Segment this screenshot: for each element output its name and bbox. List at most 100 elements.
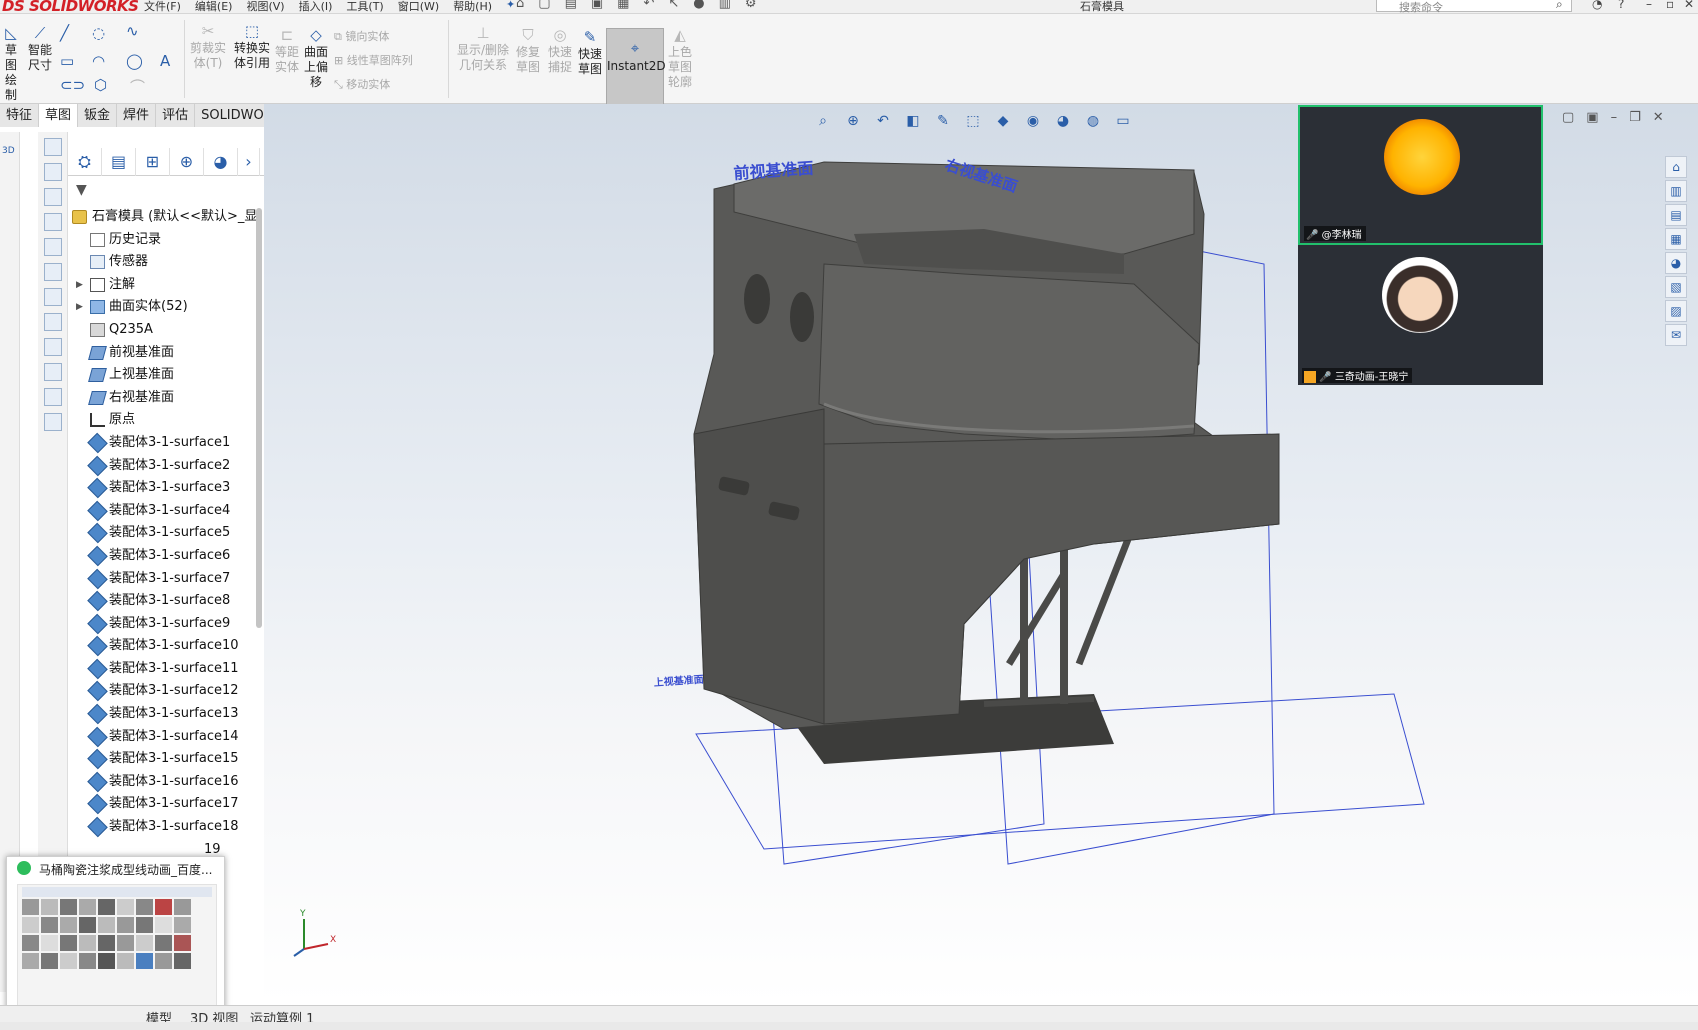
tree-item[interactable]: 上视基准面 bbox=[68, 364, 258, 387]
search-icon[interactable]: ⌕ bbox=[1556, 0, 1563, 12]
tree-item[interactable]: 装配体3-1-surface15 bbox=[68, 748, 258, 771]
expand-tabs-chevron-icon[interactable]: › bbox=[238, 148, 260, 176]
rebuild-icon[interactable]: ● bbox=[693, 0, 704, 11]
rectangle-icon[interactable]: ▭ bbox=[60, 52, 74, 70]
tree-item[interactable]: 装配体3-1-surface13 bbox=[68, 703, 258, 726]
tree-item[interactable]: 装配体3-1-surface3 bbox=[68, 477, 258, 500]
view-orientation-icon[interactable]: ⬚ bbox=[962, 110, 984, 132]
expand-arrow-icon[interactable]: ▶ bbox=[76, 274, 83, 297]
featuremanager-tab-icon[interactable]: ⛭ bbox=[68, 148, 102, 176]
tree-item[interactable]: ▶ 曲面实体(52) bbox=[68, 296, 258, 319]
edit-appearance-icon[interactable]: ◕ bbox=[1052, 110, 1074, 132]
minimize-icon[interactable]: – bbox=[1646, 0, 1652, 11]
bom-icon[interactable] bbox=[43, 163, 62, 181]
tree-root-part[interactable]: 石膏模具 (默认<<默认>_显 bbox=[68, 206, 258, 229]
linear-pattern-button[interactable]: ⊞ 线性草图阵列 bbox=[334, 52, 413, 68]
tree-item[interactable]: 前视基准面 bbox=[68, 342, 258, 365]
3d-sketch-icon[interactable]: 3D bbox=[2, 146, 17, 156]
trim-entities-button[interactable]: ✂ 剪裁实 体(T) bbox=[190, 24, 226, 71]
select-icon[interactable]: ↖ bbox=[668, 0, 679, 11]
tab-evaluate[interactable]: 评估 bbox=[156, 104, 196, 127]
zoom-to-area-icon[interactable]: ⊕ bbox=[842, 110, 864, 132]
tree-item[interactable]: 装配体3-1-surface18 bbox=[68, 816, 258, 839]
side-hole[interactable] bbox=[744, 274, 770, 324]
displaymanager-tab-icon[interactable]: ◕ bbox=[204, 148, 238, 176]
section-view-icon[interactable]: ◧ bbox=[902, 110, 924, 132]
close-icon[interactable]: ✕ bbox=[1684, 0, 1694, 11]
sketch-button[interactable]: ◺ 草图 绘制 bbox=[0, 26, 22, 103]
chat-icon[interactable]: ✉ bbox=[1665, 324, 1687, 346]
design-table-icon[interactable] bbox=[43, 188, 62, 206]
menu-view[interactable]: 视图(V) bbox=[246, 0, 284, 13]
tile-icon[interactable]: ▢ bbox=[1562, 110, 1574, 125]
print-icon[interactable]: ▦ bbox=[617, 0, 629, 11]
restore-icon[interactable]: ▫ bbox=[1666, 0, 1674, 11]
smart-dimension-button[interactable]: ⟋ 智能 尺寸 bbox=[26, 26, 54, 73]
tree-item[interactable]: Q235A bbox=[68, 319, 258, 342]
mold-left-side[interactable] bbox=[693, 408, 825, 725]
open-icon[interactable]: ▤ bbox=[565, 0, 577, 11]
tree-item[interactable]: 装配体3-1-surface10 bbox=[68, 635, 258, 658]
expand-arrow-icon[interactable]: ▶ bbox=[76, 296, 83, 319]
spline-icon[interactable]: ∿ bbox=[126, 22, 139, 40]
options-gear-icon[interactable]: ⚙ bbox=[745, 0, 757, 11]
tree-item[interactable]: 装配体3-1-surface14 bbox=[68, 726, 258, 749]
view-palette-icon[interactable]: ▦ bbox=[1665, 228, 1687, 250]
video-tile-participant-1[interactable]: 🎤 @李林瑞 bbox=[1298, 105, 1543, 245]
tab-sketch[interactable]: 草图 bbox=[39, 104, 79, 127]
dimxpert-tab-icon[interactable]: ⊕ bbox=[170, 148, 204, 176]
help-icon[interactable]: ? bbox=[1618, 0, 1624, 11]
move-entities-button[interactable]: ⤡ 移动实体 bbox=[334, 76, 390, 92]
solidworks-logo[interactable]: DS SOLIDWORKS bbox=[2, 0, 139, 13]
home-icon[interactable]: ⌂ bbox=[516, 0, 524, 11]
menu-insert[interactable]: 插入(I) bbox=[299, 0, 333, 13]
tree-item[interactable]: 装配体3-1-surface16 bbox=[68, 771, 258, 794]
view-settings-icon[interactable]: ▭ bbox=[1112, 110, 1134, 132]
mold-front-lower[interactable] bbox=[823, 433, 1280, 725]
previous-view-icon[interactable]: ↶ bbox=[872, 110, 894, 132]
weld-table-icon[interactable] bbox=[43, 413, 62, 431]
table-delete-icon[interactable] bbox=[43, 238, 62, 256]
display-style-icon[interactable]: ◆ bbox=[992, 110, 1014, 132]
menu-window[interactable]: 窗口(W) bbox=[398, 0, 439, 13]
convert-entities-button[interactable]: ⬚ 转换实 体引用 bbox=[232, 24, 272, 71]
filter-icon[interactable]: ▼ bbox=[76, 182, 87, 198]
shaded-sketch-contours-button[interactable]: ◭ 上色 草图 轮廓 bbox=[666, 28, 694, 90]
mirror-entities-button[interactable]: ⧉ 镜向实体 bbox=[334, 28, 389, 44]
propertymanager-tab-icon[interactable]: ▤ bbox=[102, 148, 136, 176]
tree-item[interactable]: 装配体3-1-surface1 bbox=[68, 432, 258, 455]
appearances-icon[interactable]: ◕ bbox=[1665, 252, 1687, 274]
side-hole[interactable] bbox=[790, 292, 814, 342]
polygon-icon[interactable]: ⬡ bbox=[94, 76, 107, 94]
tree-item[interactable]: 装配体3-1-surface7 bbox=[68, 568, 258, 591]
new-document-icon[interactable]: ▢ bbox=[538, 0, 550, 11]
display-delete-relations-button[interactable]: ⊥ 显示/删除 几何关系 bbox=[454, 26, 512, 73]
tab-weldments[interactable]: 焊件 bbox=[117, 104, 157, 127]
tree-item[interactable]: 装配体3-1-surface9 bbox=[68, 613, 258, 636]
tree-item[interactable]: 装配体3-1-surface5 bbox=[68, 522, 258, 545]
tree-item[interactable]: 装配体3-1-surface4 bbox=[68, 500, 258, 523]
doc-restore-icon[interactable]: ❐ bbox=[1629, 110, 1641, 125]
undo-icon[interactable]: ↶ bbox=[643, 0, 654, 11]
tree-item[interactable]: ▶ 注解 bbox=[68, 274, 258, 297]
taskbar-preview-popup[interactable]: 马桶陶瓷注浆成型线动画_百度... bbox=[6, 856, 225, 1014]
hole-table-icon[interactable] bbox=[43, 313, 62, 331]
text-icon[interactable]: A bbox=[160, 52, 170, 70]
table-icon[interactable] bbox=[43, 138, 62, 156]
list-icon[interactable] bbox=[43, 288, 62, 306]
general-table-icon[interactable] bbox=[43, 363, 62, 381]
dynamic-annotation-icon[interactable]: ✎ bbox=[932, 110, 954, 132]
design-library-icon[interactable]: ▥ bbox=[1665, 180, 1687, 202]
user-icon[interactable]: ◔ bbox=[1592, 0, 1602, 11]
solidworks-forum-icon[interactable]: ▨ bbox=[1665, 300, 1687, 322]
tab-features[interactable]: 特征 bbox=[0, 104, 40, 127]
grid-icon[interactable] bbox=[43, 263, 62, 281]
menu-file[interactable]: 文件(F) bbox=[144, 0, 181, 13]
quick-snaps-button[interactable]: ◎ 快速 捕捉 bbox=[546, 28, 574, 75]
preview-thumbnail[interactable] bbox=[17, 884, 217, 1009]
frame-brace[interactable] bbox=[1006, 572, 1067, 666]
tree-item[interactable]: 历史记录 bbox=[68, 229, 258, 252]
feature-tree-scrollbar[interactable] bbox=[256, 208, 262, 628]
circle-icon[interactable]: ◌ bbox=[92, 24, 105, 42]
tree-item[interactable]: 装配体3-1-surface8 bbox=[68, 590, 258, 613]
